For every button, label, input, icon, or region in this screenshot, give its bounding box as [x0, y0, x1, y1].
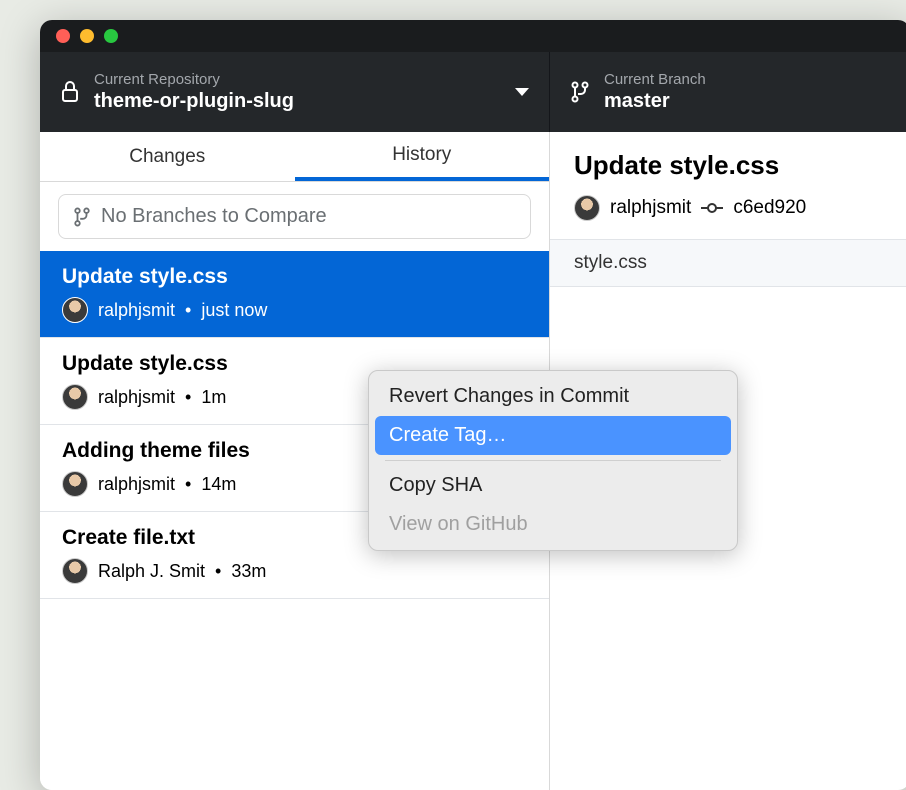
repository-label: Current Repository: [94, 71, 501, 88]
menu-revert-changes[interactable]: Revert Changes in Commit: [375, 377, 731, 416]
avatar: [574, 195, 600, 221]
chevron-down-icon: [515, 88, 529, 96]
commit-author: Ralph J. Smit: [98, 561, 205, 582]
commit-sha: c6ed920: [733, 197, 806, 219]
menu-divider: [385, 460, 721, 461]
lock-icon: [60, 82, 80, 102]
details-author: ralphjsmit: [610, 197, 691, 219]
menu-create-tag[interactable]: Create Tag…: [375, 416, 731, 455]
close-window-button[interactable]: [56, 29, 70, 43]
avatar: [62, 384, 88, 410]
tab-history[interactable]: History: [295, 132, 550, 181]
branch-icon: [73, 206, 91, 228]
commit-time: just now: [201, 300, 267, 321]
repository-selector[interactable]: Current Repository theme-or-plugin-slug: [40, 52, 550, 132]
menu-view-on-github: View on GitHub: [375, 505, 731, 544]
details-title: Update style.css: [574, 150, 886, 181]
avatar: [62, 558, 88, 584]
branch-selector[interactable]: Current Branch master: [550, 52, 906, 132]
commit-time: 33m: [231, 561, 266, 582]
maximize-window-button[interactable]: [104, 29, 118, 43]
titlebar: [40, 20, 906, 52]
tabs: Changes History: [40, 132, 549, 182]
repository-name: theme-or-plugin-slug: [94, 90, 501, 113]
commit-time: 1m: [201, 387, 226, 408]
commit-author: ralphjsmit: [98, 387, 175, 408]
compare-branches-dropdown[interactable]: No Branches to Compare: [58, 194, 531, 239]
file-name: style.css: [574, 252, 647, 273]
header: Current Repository theme-or-plugin-slug …: [40, 52, 906, 132]
branch-label: Current Branch: [604, 71, 890, 88]
tab-changes[interactable]: Changes: [40, 132, 295, 181]
avatar: [62, 471, 88, 497]
commit-author: ralphjsmit: [98, 474, 175, 495]
branch-name: master: [604, 90, 890, 113]
commit-time: 14m: [201, 474, 236, 495]
commit-author: ralphjsmit: [98, 300, 175, 321]
commit-icon: [701, 201, 723, 215]
app-window: Current Repository theme-or-plugin-slug …: [40, 20, 906, 790]
menu-copy-sha[interactable]: Copy SHA: [375, 466, 731, 505]
changed-file[interactable]: style.css: [550, 239, 906, 287]
avatar: [62, 297, 88, 323]
context-menu: Revert Changes in Commit Create Tag… Cop…: [368, 370, 738, 551]
minimize-window-button[interactable]: [80, 29, 94, 43]
commit-item[interactable]: Update style.css ralphjsmit • just now: [40, 251, 549, 338]
compare-text: No Branches to Compare: [101, 205, 327, 228]
commit-title: Update style.css: [62, 265, 527, 289]
branch-icon: [570, 82, 590, 102]
